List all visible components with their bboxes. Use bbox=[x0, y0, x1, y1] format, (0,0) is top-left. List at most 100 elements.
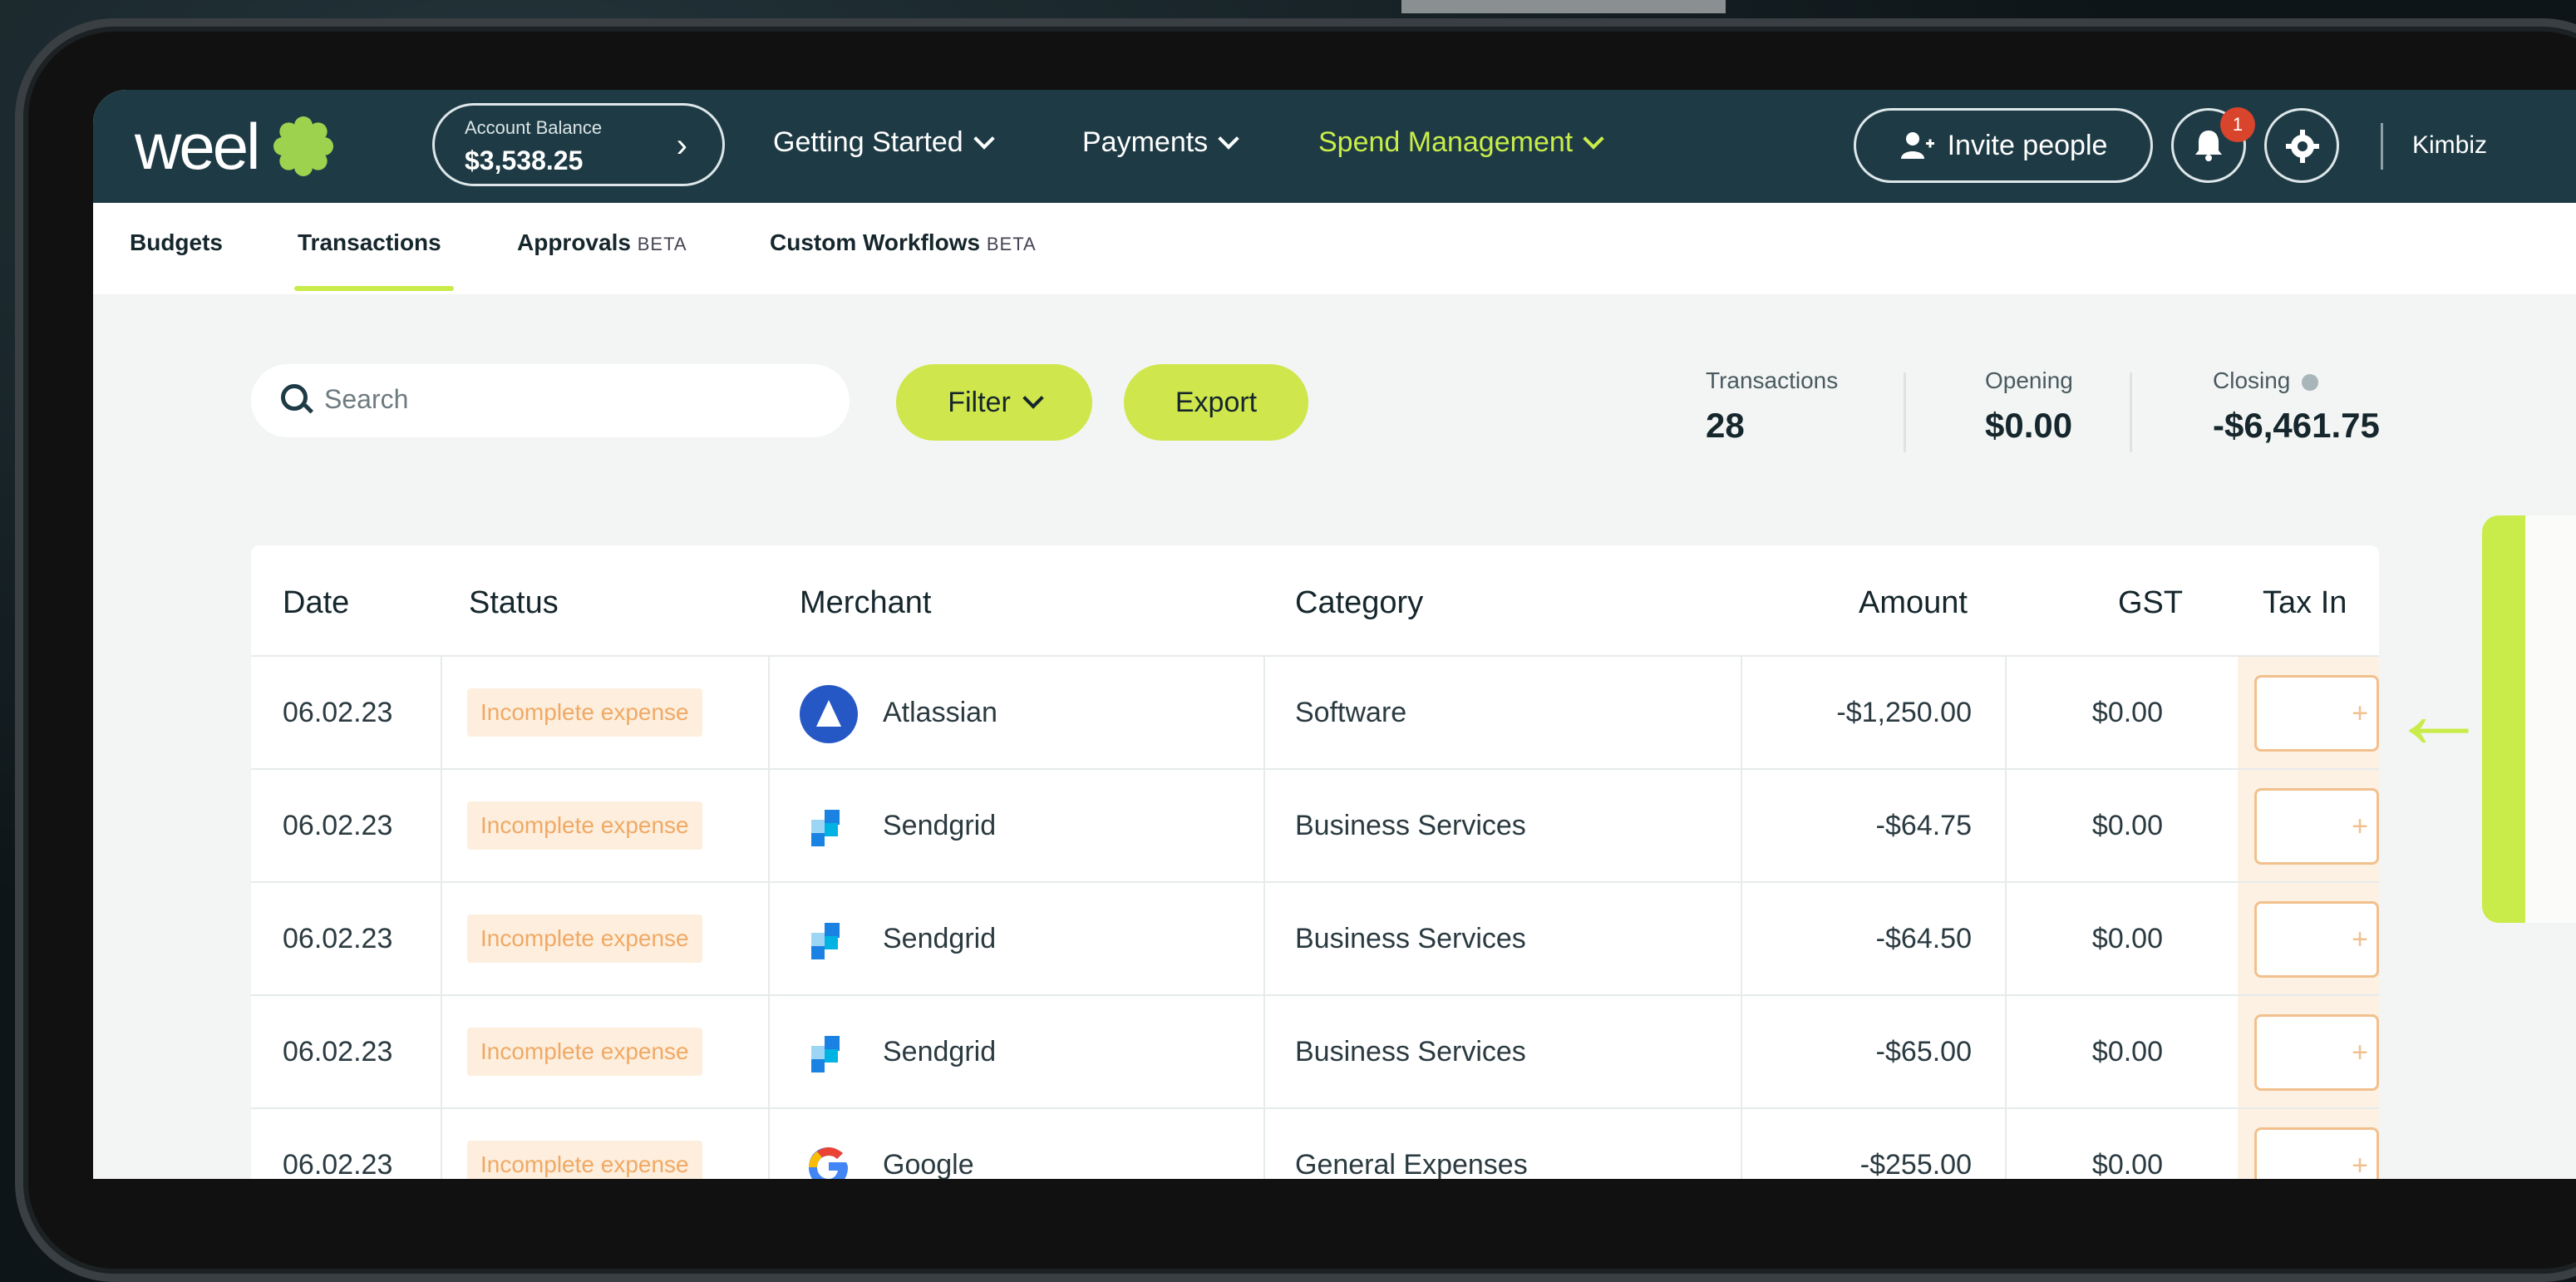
chevron-down-icon bbox=[973, 127, 995, 150]
cell-category: Business Services bbox=[1295, 923, 1526, 954]
search-input[interactable]: Search bbox=[251, 364, 850, 437]
stat-transactions: Transactions 28 bbox=[1706, 367, 1838, 446]
nav-getting-started-label: Getting Started bbox=[773, 126, 963, 158]
nav-payments[interactable]: Payments bbox=[1082, 126, 1239, 159]
column-amount[interactable]: Amount bbox=[1859, 585, 1968, 621]
tab-approvals[interactable]: Approvals BETA bbox=[517, 229, 687, 256]
cell-gst: $0.00 bbox=[2091, 1036, 2163, 1068]
plus-icon: + bbox=[2352, 811, 2368, 842]
export-label: Export bbox=[1175, 386, 1258, 418]
table-row[interactable]: 06.02.23 Incomplete expense Google Gener… bbox=[251, 1107, 2379, 1179]
tab-transactions[interactable]: Transactions bbox=[298, 229, 441, 256]
cell-date: 06.02.23 bbox=[283, 1149, 393, 1179]
beta-tag: BETA bbox=[986, 234, 1037, 254]
top-navigation: weel Account Balance $3,538.25 › Getting… bbox=[93, 90, 2576, 203]
upload-tax-invoice-button[interactable]: + bbox=[2254, 788, 2379, 865]
cell-amount: -$64.50 bbox=[1875, 923, 1972, 954]
cell-amount: -$1,250.00 bbox=[1836, 697, 1972, 728]
cell-gst: $0.00 bbox=[2091, 697, 2163, 728]
cell-gst: $0.00 bbox=[2091, 1149, 2163, 1179]
column-merchant[interactable]: Merchant bbox=[800, 585, 931, 621]
cell-date: 06.02.23 bbox=[283, 923, 393, 954]
weel-logo[interactable]: weel bbox=[135, 110, 336, 183]
app-screen: weel Account Balance $3,538.25 › Getting… bbox=[93, 90, 2576, 1179]
settings-button[interactable] bbox=[2264, 108, 2339, 183]
plus-icon: + bbox=[2352, 1150, 2368, 1179]
plus-icon: + bbox=[2352, 1037, 2368, 1068]
table-row[interactable]: 06.02.23 Incomplete expense Sendgrid Bus… bbox=[251, 994, 2379, 1109]
tab-budgets[interactable]: Budgets bbox=[130, 229, 223, 256]
cell-merchant: Sendgrid bbox=[883, 810, 997, 841]
upload-tax-invoice-button[interactable]: + bbox=[2254, 1014, 2379, 1091]
stat-opening-value: $0.00 bbox=[1985, 406, 2073, 445]
status-badge: Incomplete expense bbox=[467, 915, 702, 963]
cell-merchant: Sendgrid bbox=[883, 923, 997, 954]
tax-invoice-cell: + bbox=[2238, 770, 2379, 883]
nav-spend-management-label: Spend Management bbox=[1318, 126, 1574, 158]
cell-category: Business Services bbox=[1295, 810, 1526, 841]
column-gst[interactable]: GST bbox=[2118, 585, 2183, 621]
column-tax-invoice[interactable]: Tax In bbox=[2263, 585, 2379, 621]
filter-button[interactable]: Filter bbox=[896, 364, 1092, 441]
table-header: Date Status Merchant Category Amount GST… bbox=[251, 545, 2379, 655]
stat-divider bbox=[1904, 372, 1906, 452]
chevron-right-icon: › bbox=[676, 127, 687, 164]
cell-date: 06.02.23 bbox=[283, 810, 393, 841]
tax-invoice-cell: + bbox=[2238, 657, 2379, 770]
sendgrid-logo-icon bbox=[811, 1036, 840, 1072]
info-icon[interactable] bbox=[2302, 373, 2319, 391]
bell-icon bbox=[2195, 131, 2222, 161]
nav-spend-management[interactable]: Spend Management bbox=[1318, 126, 1604, 159]
beta-tag: BETA bbox=[637, 234, 687, 254]
account-balance-button[interactable]: Account Balance $3,538.25 › bbox=[432, 103, 725, 186]
tax-invoice-cell: + bbox=[2238, 883, 2379, 996]
tax-invoice-cell: + bbox=[2238, 996, 2379, 1109]
upload-tax-invoice-button[interactable]: + bbox=[2254, 675, 2379, 752]
cell-date: 06.02.23 bbox=[283, 1036, 393, 1068]
account-balance-value: $3,538.25 bbox=[465, 145, 584, 175]
chevron-down-icon bbox=[1583, 127, 1604, 150]
sendgrid-logo-icon bbox=[811, 810, 840, 846]
stat-transactions-label: Transactions bbox=[1706, 367, 1839, 393]
nav-getting-started[interactable]: Getting Started bbox=[773, 126, 995, 159]
notification-count-badge: 1 bbox=[2220, 107, 2255, 142]
notifications-button[interactable]: 1 bbox=[2171, 107, 2255, 183]
stat-closing-label-text: Closing bbox=[2213, 367, 2291, 393]
cell-amount: -$65.00 bbox=[1875, 1036, 1972, 1068]
user-name[interactable]: Kimbiz bbox=[2412, 131, 2487, 160]
search-icon bbox=[281, 384, 308, 411]
tab-custom-workflows[interactable]: Custom Workflows BETA bbox=[770, 229, 1037, 256]
tab-approvals-label: Approvals bbox=[517, 229, 631, 255]
column-status[interactable]: Status bbox=[469, 585, 559, 621]
column-date[interactable]: Date bbox=[283, 585, 349, 621]
stat-divider bbox=[2130, 372, 2132, 452]
table-row[interactable]: 06.02.23 Incomplete expense Sendgrid Bus… bbox=[251, 768, 2379, 883]
stat-closing: Closing -$6,461.75 bbox=[2213, 367, 2380, 446]
upload-tax-invoice-button[interactable]: + bbox=[2254, 1127, 2379, 1179]
upload-tax-invoice-button[interactable]: + bbox=[2254, 901, 2379, 978]
sub-navigation: Budgets Transactions Approvals BETA Cust… bbox=[93, 203, 2576, 294]
table-row[interactable]: 06.02.23 Incomplete expense Sendgrid Bus… bbox=[251, 881, 2379, 996]
invite-people-label: Invite people bbox=[1947, 129, 2108, 161]
cell-merchant: Google bbox=[883, 1149, 974, 1179]
gear-icon bbox=[2286, 130, 2319, 163]
export-button[interactable]: Export bbox=[1124, 364, 1308, 441]
status-badge: Incomplete expense bbox=[467, 801, 702, 850]
cell-amount: -$64.75 bbox=[1875, 810, 1972, 841]
table-row[interactable]: 06.02.23 Incomplete expense Atlassian So… bbox=[251, 655, 2379, 770]
cell-gst: $0.00 bbox=[2091, 923, 2163, 954]
cell-category: Business Services bbox=[1295, 1036, 1526, 1068]
add-user-icon bbox=[1900, 132, 1934, 159]
cell-category: General Expenses bbox=[1295, 1149, 1528, 1179]
column-category[interactable]: Category bbox=[1295, 585, 1423, 621]
logo-text: weel bbox=[135, 110, 260, 183]
stat-closing-value: -$6,461.75 bbox=[2213, 406, 2380, 445]
chevron-down-icon bbox=[1218, 127, 1239, 150]
device-top-edge bbox=[1401, 0, 1726, 13]
arrow-left-icon: ← bbox=[2389, 658, 2489, 769]
status-badge: Incomplete expense bbox=[467, 688, 702, 737]
invite-people-button[interactable]: Invite people bbox=[1854, 108, 2153, 183]
plus-icon: + bbox=[2352, 924, 2368, 955]
nav-payments-label: Payments bbox=[1082, 126, 1209, 158]
account-balance-label: Account Balance bbox=[465, 117, 603, 138]
